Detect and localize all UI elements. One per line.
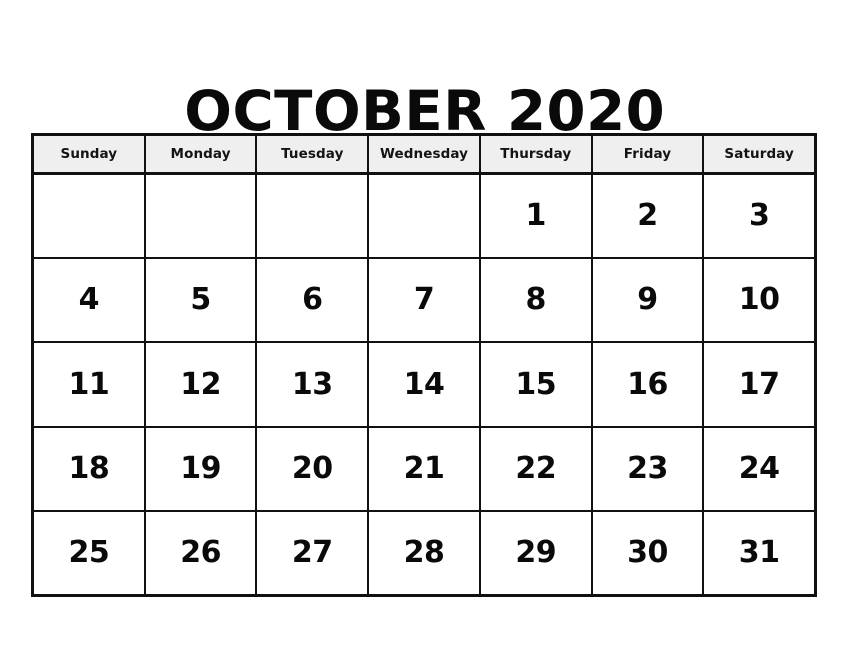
- day-number: 1: [525, 198, 547, 234]
- day-cell[interactable]: 9: [592, 259, 705, 342]
- day-cell[interactable]: 2: [592, 175, 705, 258]
- day-number: 28: [403, 534, 445, 570]
- day-number: 31: [738, 534, 780, 570]
- day-number: 11: [68, 366, 110, 402]
- day-number: 13: [291, 366, 333, 402]
- day-cell[interactable]: [34, 175, 146, 258]
- weekday-header-row: Sunday Monday Tuesday Wednesday Thursday…: [34, 136, 815, 175]
- day-cell[interactable]: 30: [592, 511, 705, 595]
- weekday-header-saturday: Saturday: [704, 136, 815, 172]
- day-cell[interactable]: 16: [592, 343, 705, 426]
- day-cell[interactable]: 1: [480, 175, 593, 258]
- day-cell[interactable]: [145, 175, 258, 258]
- day-number: 24: [738, 450, 780, 486]
- day-number: 7: [413, 282, 435, 318]
- day-cell[interactable]: 18: [34, 427, 146, 510]
- day-number: 3: [748, 198, 770, 234]
- day-cell[interactable]: 8: [480, 259, 593, 342]
- page-title: OCTOBER 2020: [184, 78, 665, 143]
- day-cell[interactable]: 27: [257, 511, 370, 595]
- calendar-weeks: 1 2 3 4 5 6 7 8 9 10 11 12 13 14 15 16 1…: [34, 175, 815, 595]
- day-cell[interactable]: 7: [369, 259, 481, 342]
- day-cell[interactable]: 12: [145, 343, 258, 426]
- day-cell[interactable]: 4: [34, 259, 146, 342]
- day-cell[interactable]: 28: [369, 511, 481, 595]
- weekday-header-sunday: Sunday: [34, 136, 146, 172]
- week-row: 4 5 6 7 8 9 10: [34, 259, 815, 344]
- day-number: 6: [302, 282, 323, 318]
- day-cell[interactable]: [369, 175, 481, 258]
- day-cell[interactable]: 20: [257, 427, 370, 510]
- day-number: 22: [515, 450, 557, 486]
- weekday-label: Thursday: [500, 146, 572, 162]
- day-cell[interactable]: 17: [704, 343, 815, 426]
- day-number: 18: [68, 450, 110, 486]
- day-number: 30: [627, 534, 668, 570]
- weekday-label: Monday: [170, 146, 231, 162]
- day-number: 29: [515, 534, 557, 570]
- day-number: 16: [627, 366, 668, 402]
- day-cell[interactable]: 6: [257, 259, 370, 342]
- day-number: 26: [180, 534, 221, 570]
- day-cell[interactable]: 19: [145, 427, 258, 510]
- week-row: 1 2 3: [34, 175, 815, 260]
- weekday-header-tuesday: Tuesday: [257, 136, 370, 172]
- day-cell[interactable]: 23: [592, 427, 705, 510]
- day-cell[interactable]: 31: [704, 511, 815, 595]
- day-number: 12: [180, 366, 221, 402]
- day-number: 20: [291, 450, 333, 486]
- day-number: 25: [68, 534, 110, 570]
- calendar-page: OCTOBER 2020 Sunday Monday Tuesday Wedne…: [0, 0, 849, 656]
- day-number: 2: [637, 198, 658, 234]
- day-cell[interactable]: 15: [480, 343, 593, 426]
- calendar-grid: Sunday Monday Tuesday Wednesday Thursday…: [31, 133, 817, 597]
- week-row: 11 12 13 14 15 16 17: [34, 343, 815, 428]
- weekday-header-monday: Monday: [145, 136, 258, 172]
- day-number: 14: [403, 366, 445, 402]
- day-cell[interactable]: 24: [704, 427, 815, 510]
- weekday-label: Saturday: [724, 146, 794, 162]
- day-cell[interactable]: 22: [480, 427, 593, 510]
- day-number: 9: [637, 282, 658, 318]
- day-cell[interactable]: 26: [145, 511, 258, 595]
- day-number: 17: [738, 366, 780, 402]
- day-number: 5: [190, 282, 211, 318]
- day-cell[interactable]: 25: [34, 511, 146, 595]
- day-cell[interactable]: 3: [704, 175, 815, 258]
- day-cell[interactable]: 11: [34, 343, 146, 426]
- day-number: 23: [627, 450, 668, 486]
- week-row: 25 26 27 28 29 30 31: [34, 511, 815, 595]
- weekday-header-wednesday: Wednesday: [369, 136, 481, 172]
- day-number: 10: [738, 282, 780, 318]
- weekday-label: Wednesday: [379, 146, 469, 162]
- weekday-label: Tuesday: [281, 146, 344, 162]
- day-cell[interactable]: 21: [369, 427, 481, 510]
- day-number: 8: [525, 282, 547, 318]
- day-number: 4: [78, 282, 100, 318]
- day-number: 21: [403, 450, 445, 486]
- day-number: 27: [291, 534, 333, 570]
- weekday-header-friday: Friday: [592, 136, 705, 172]
- day-cell[interactable]: [257, 175, 370, 258]
- weekday-label: Friday: [623, 146, 672, 162]
- day-cell[interactable]: 29: [480, 511, 593, 595]
- day-number: 19: [180, 450, 221, 486]
- day-cell[interactable]: 5: [145, 259, 258, 342]
- day-number: 15: [515, 366, 557, 402]
- weekday-header-thursday: Thursday: [480, 136, 593, 172]
- week-row: 18 19 20 21 22 23 24: [34, 427, 815, 512]
- day-cell[interactable]: 10: [704, 259, 815, 342]
- day-cell[interactable]: 13: [257, 343, 370, 426]
- day-cell[interactable]: 14: [369, 343, 481, 426]
- weekday-label: Sunday: [60, 146, 118, 162]
